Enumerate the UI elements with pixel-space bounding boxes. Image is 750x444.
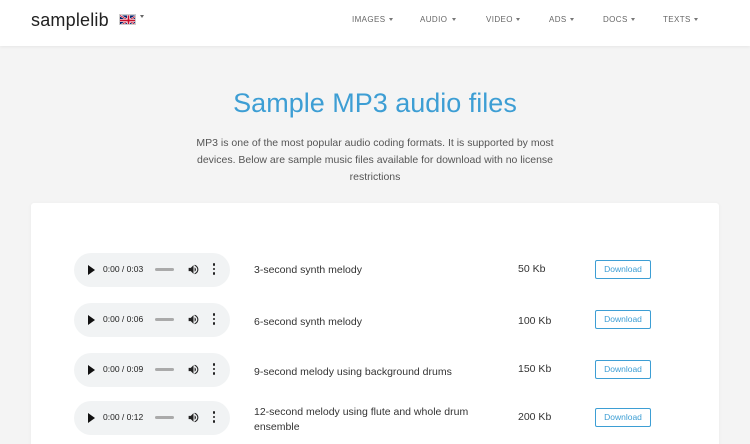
nav-item-video[interactable]: VIDEO xyxy=(486,15,520,24)
file-size: 150 Kb xyxy=(518,363,552,375)
file-row: 0:00 / 0:03 3-second synth melody 50 Kb … xyxy=(31,253,719,287)
play-icon[interactable] xyxy=(88,365,95,375)
audio-player[interactable]: 0:00 / 0:03 xyxy=(74,253,230,287)
file-row: 0:00 / 0:06 6-second synth melody 100 Kb… xyxy=(31,303,719,337)
file-title: 9-second melody using background drums xyxy=(254,366,452,378)
volume-icon[interactable] xyxy=(187,313,200,326)
nav-item-texts[interactable]: TEXTS xyxy=(663,15,698,24)
play-icon[interactable] xyxy=(88,315,95,325)
file-row: 0:00 / 0:09 9-second melody using backgr… xyxy=(31,353,719,387)
seek-slider[interactable] xyxy=(155,318,174,321)
top-navbar: samplelib IMAGES AUDIO VIDEO ADS DOCS TE… xyxy=(0,0,750,46)
audio-player[interactable]: 0:00 / 0:09 xyxy=(74,353,230,387)
download-button[interactable]: Download xyxy=(595,408,651,427)
more-options-icon[interactable] xyxy=(212,411,216,425)
nav-item-docs[interactable]: DOCS xyxy=(603,15,635,24)
chevron-down-icon xyxy=(515,18,520,21)
file-title: 3-second synth melody xyxy=(254,264,362,276)
file-row: 0:00 / 0:12 12-second melody using flute… xyxy=(31,401,719,435)
chevron-down-icon xyxy=(569,18,574,21)
page-description: MP3 is one of the most popular audio cod… xyxy=(196,137,554,183)
file-title: 12-second melody using flute and whole d… xyxy=(254,406,469,433)
site-logo[interactable]: samplelib xyxy=(31,10,109,31)
audio-player[interactable]: 0:00 / 0:12 xyxy=(74,401,230,435)
chevron-down-icon xyxy=(452,18,457,21)
nav-item-ads[interactable]: ADS xyxy=(549,15,574,24)
chevron-down-icon xyxy=(388,18,393,21)
more-options-icon[interactable] xyxy=(212,313,216,327)
time-display: 0:00 / 0:06 xyxy=(103,314,144,324)
seek-slider[interactable] xyxy=(155,268,174,271)
more-options-icon[interactable] xyxy=(212,263,216,277)
time-display: 0:00 / 0:03 xyxy=(103,264,144,274)
time-display: 0:00 / 0:09 xyxy=(103,364,144,374)
seek-slider[interactable] xyxy=(155,368,174,371)
language-caret-icon[interactable] xyxy=(140,15,144,18)
download-button[interactable]: Download xyxy=(595,260,651,279)
file-title: 6-second synth melody xyxy=(254,316,362,328)
seek-slider[interactable] xyxy=(155,416,174,419)
volume-icon[interactable] xyxy=(187,411,200,424)
uk-flag-icon[interactable] xyxy=(119,14,136,25)
download-button[interactable]: Download xyxy=(595,360,651,379)
nav-item-audio[interactable]: AUDIO xyxy=(420,15,457,24)
time-display: 0:00 / 0:12 xyxy=(103,412,144,422)
download-button[interactable]: Download xyxy=(595,310,651,329)
files-card: 0:00 / 0:03 3-second synth melody 50 Kb … xyxy=(31,203,719,444)
file-size: 100 Kb xyxy=(518,315,552,327)
audio-player[interactable]: 0:00 / 0:06 xyxy=(74,303,230,337)
volume-icon[interactable] xyxy=(187,363,200,376)
page-title: Sample MP3 audio files xyxy=(233,88,517,118)
file-size: 200 Kb xyxy=(518,411,552,423)
volume-icon[interactable] xyxy=(187,263,200,276)
file-size: 50 Kb xyxy=(518,263,546,275)
nav-item-images[interactable]: IMAGES xyxy=(352,15,393,24)
chevron-down-icon xyxy=(630,18,635,21)
chevron-down-icon xyxy=(693,18,698,21)
play-icon[interactable] xyxy=(88,413,95,423)
play-icon[interactable] xyxy=(88,265,95,275)
more-options-icon[interactable] xyxy=(212,363,216,377)
